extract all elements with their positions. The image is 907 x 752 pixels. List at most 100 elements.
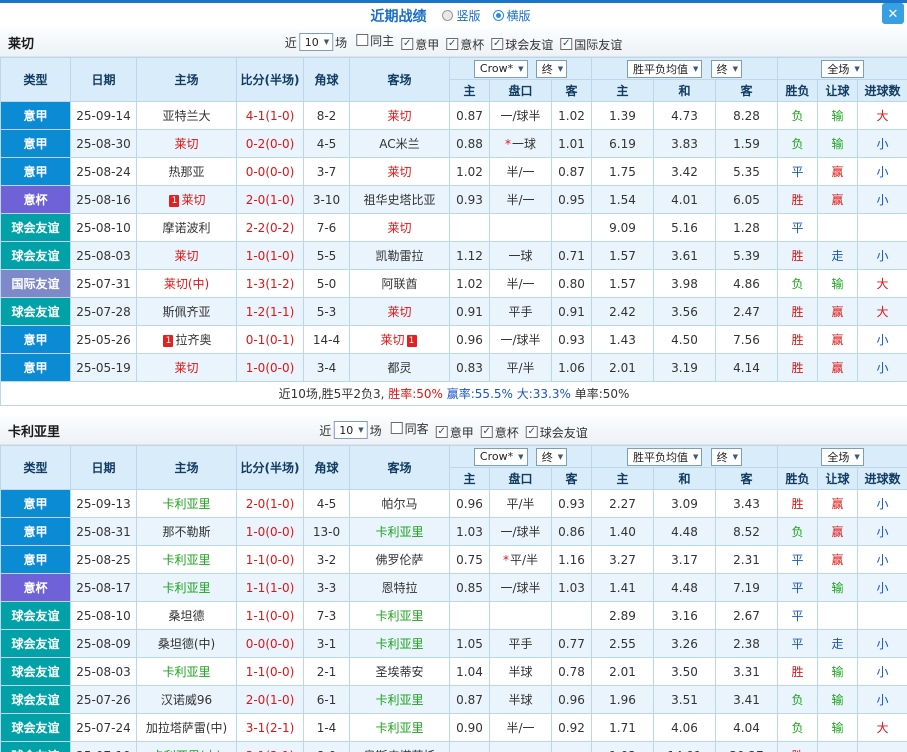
score[interactable]: 2-2(0-2) — [236, 213, 304, 242]
team-name[interactable]: 莱切 — [387, 305, 411, 319]
score[interactable]: 1-3(1-2) — [236, 269, 304, 298]
filter-checkbox[interactable]: 同客 — [390, 420, 429, 437]
team-name[interactable]: 桑坦德(中) — [158, 637, 215, 651]
team-name[interactable]: 斯佩齐亚 — [162, 305, 210, 319]
team-name[interactable]: 莱切 — [174, 361, 198, 375]
filter-checkbox[interactable]: ✓ 意甲 — [401, 36, 439, 53]
team-name[interactable]: 那不勒斯 — [162, 525, 210, 539]
team-name[interactable]: 恩特拉 — [381, 581, 417, 595]
scope-select[interactable]: 全场 ▼ — [821, 447, 864, 466]
radio-vertical[interactable]: 竖版 — [442, 7, 481, 24]
team-name[interactable]: 加拉塔萨雷(中) — [146, 721, 227, 735]
team-name[interactable]: 阿联酋 — [381, 277, 417, 291]
odds-company-select[interactable]: Crow* ▼ — [473, 59, 528, 78]
team-name[interactable]: 莱切(中) — [164, 277, 209, 291]
close-button[interactable]: ✕ — [882, 3, 904, 24]
score[interactable]: 1-0(0-0) — [236, 517, 304, 546]
league-type-badge[interactable]: 意甲 — [0, 325, 71, 354]
team-name[interactable]: 莱切 — [387, 165, 411, 179]
score[interactable]: 0-1(0-1) — [236, 325, 304, 354]
league-type-badge[interactable]: 球会友谊 — [0, 713, 71, 742]
team-name[interactable]: 圣埃蒂安 — [375, 665, 423, 679]
filter-checkbox[interactable]: ✓ 意杯 — [446, 36, 484, 53]
score[interactable]: 0-2(0-0) — [236, 129, 304, 158]
league-type-badge[interactable]: 意甲 — [0, 545, 71, 574]
team-name[interactable]: 桑坦德 — [168, 609, 204, 623]
team-name[interactable]: 卡利亚里 — [375, 525, 423, 539]
score[interactable]: 0-0(0-0) — [236, 629, 304, 658]
team-name[interactable]: 摩诺波利 — [162, 221, 210, 235]
team-name[interactable]: 卡利亚里 — [162, 497, 210, 511]
score[interactable]: 0-0(0-0) — [236, 157, 304, 186]
league-type-badge[interactable]: 意甲 — [0, 157, 71, 186]
team-name[interactable]: 莱切 — [387, 109, 411, 123]
filter-checkbox[interactable]: ✓ 意甲 — [435, 424, 474, 441]
team-name[interactable]: 莱切 — [380, 333, 404, 347]
team-name[interactable]: 亚特兰大 — [162, 109, 210, 123]
score[interactable]: 2-0(1-0) — [236, 685, 304, 714]
team-name[interactable]: 卡利亚里 — [162, 665, 210, 679]
team-name[interactable]: 卡利亚里 — [375, 609, 423, 623]
team-name[interactable]: 热那亚 — [168, 165, 204, 179]
score[interactable]: 2-0(1-0) — [236, 489, 304, 518]
league-type-badge[interactable]: 球会友谊 — [0, 685, 71, 714]
league-type-badge[interactable]: 意甲 — [0, 517, 71, 546]
radio-horizontal[interactable]: 横版 — [492, 7, 531, 24]
league-type-badge[interactable]: 意甲 — [0, 489, 71, 518]
league-type-badge[interactable]: 意甲 — [0, 129, 71, 158]
team-name[interactable]: 莱切 — [174, 249, 198, 263]
league-type-badge[interactable]: 球会友谊 — [0, 629, 71, 658]
team-name[interactable]: 卡利亚里 — [162, 553, 210, 567]
team-name[interactable]: 凯勒雷拉 — [375, 249, 423, 263]
score[interactable]: 1-2(1-1) — [236, 297, 304, 326]
team-name[interactable]: 帕尔马 — [381, 497, 417, 511]
league-type-badge[interactable]: 球会友谊 — [0, 601, 71, 630]
league-type-badge[interactable]: 意杯 — [0, 573, 71, 602]
league-type-badge[interactable]: 国际友谊 — [0, 269, 71, 298]
team-name[interactable]: 莱切 — [174, 137, 198, 151]
team-name[interactable]: 拉齐奥 — [175, 333, 211, 347]
score[interactable]: 3-1(2-1) — [236, 713, 304, 742]
league-type-badge[interactable]: 球会友谊 — [0, 241, 71, 270]
league-type-badge[interactable]: 球会友谊 — [0, 213, 71, 242]
team-name[interactable]: 都灵 — [387, 361, 411, 375]
team-name[interactable]: 莱切 — [181, 193, 205, 207]
league-type-badge[interactable]: 球会友谊 — [0, 657, 71, 686]
score[interactable]: 1-0(1-0) — [236, 241, 304, 270]
filter-checkbox[interactable]: ✓ 球会友谊 — [525, 424, 588, 441]
euro-final-select[interactable]: 终 ▼ — [710, 59, 742, 78]
team-name[interactable]: 汉诺威96 — [161, 693, 212, 707]
score[interactable]: 1-1(0-0) — [236, 545, 304, 574]
filter-checkbox[interactable]: ✓ 意杯 — [480, 424, 519, 441]
score[interactable]: 1-1(0-0) — [236, 601, 304, 630]
team-name[interactable]: 卡利亚里 — [375, 721, 423, 735]
filter-checkbox[interactable]: ✓ 国际友谊 — [560, 36, 622, 53]
league-type-badge[interactable]: 意杯 — [0, 185, 71, 214]
score[interactable]: 2-0(1-0) — [236, 185, 304, 214]
team-name[interactable]: 莱切 — [387, 221, 411, 235]
score[interactable]: 1-1(0-0) — [236, 657, 304, 686]
score[interactable]: 3-1(3-1) — [236, 741, 304, 752]
filter-checkbox[interactable]: 同主 — [356, 32, 394, 49]
odds-company-select[interactable]: Crow* ▼ — [473, 447, 528, 466]
match-count-select[interactable]: 10 ▼ — [333, 421, 368, 439]
odds-final-select[interactable]: 终 ▼ — [535, 447, 568, 466]
euro-odds-select[interactable]: 胜平负均值 ▼ — [627, 447, 703, 466]
scope-select[interactable]: 全场 ▼ — [821, 59, 864, 78]
team-name[interactable]: 佛罗伦萨 — [375, 553, 423, 567]
filter-checkbox[interactable]: ✓ 球会友谊 — [491, 36, 553, 53]
odds-final-select[interactable]: 终 ▼ — [535, 59, 568, 78]
score[interactable]: 1-1(1-0) — [236, 573, 304, 602]
euro-final-select[interactable]: 终 ▼ — [710, 447, 742, 466]
score[interactable]: 4-1(1-0) — [236, 101, 304, 130]
team-name[interactable]: 卡利亚里 — [375, 693, 423, 707]
league-type-badge[interactable]: 意甲 — [0, 101, 71, 130]
score[interactable]: 1-0(0-0) — [236, 353, 304, 382]
league-type-badge[interactable]: 球会友谊 — [0, 741, 71, 752]
team-name[interactable]: 卡利亚里 — [375, 637, 423, 651]
team-name[interactable]: 祖华史塔比亚 — [363, 193, 435, 207]
team-name[interactable]: 卡利亚里 — [162, 581, 210, 595]
league-type-badge[interactable]: 球会友谊 — [0, 297, 71, 326]
team-name[interactable]: AC米兰 — [379, 137, 419, 151]
match-count-select[interactable]: 10 ▼ — [298, 33, 334, 51]
